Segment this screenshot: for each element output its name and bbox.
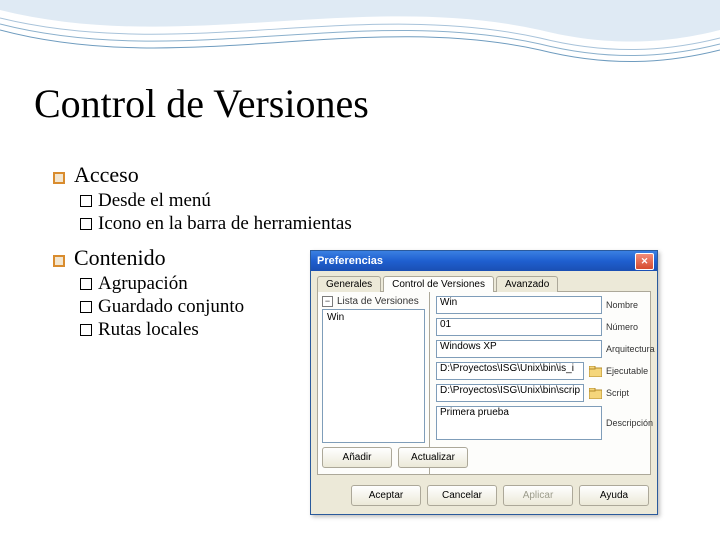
help-button[interactable]: Ayuda	[579, 485, 649, 506]
box-bullet-icon	[80, 301, 92, 313]
version-list-heading-text: Lista de Versiones	[337, 296, 419, 307]
version-fields-column: Win Nombre 01 Número Windows XP Arquitec…	[430, 292, 662, 474]
dialog-tabpane: − Lista de Versiones Win Añadir Actualiz…	[317, 291, 651, 475]
dialog-titlebar[interactable]: Preferencias ✕	[311, 251, 657, 271]
browse-script-icon[interactable]	[588, 386, 602, 400]
add-button[interactable]: Añadir	[322, 447, 392, 468]
script-field[interactable]: D:\Proyectos\ISG\Unix\bin\scrip	[436, 384, 584, 402]
bullet-content: Acceso Desde el menú Icono en la barra d…	[52, 160, 352, 342]
name-field[interactable]: Win	[436, 296, 602, 314]
section1-items: Desde el menú Icono en la barra de herra…	[80, 190, 352, 235]
version-list-item[interactable]: Win	[327, 312, 420, 323]
number-field[interactable]: 01	[436, 318, 602, 336]
arch-label: Arquitectura	[606, 344, 656, 354]
exec-label: Ejecutable	[606, 366, 656, 376]
collapse-icon: −	[322, 296, 333, 307]
close-button[interactable]: ✕	[635, 253, 654, 270]
dialog-title-text: Preferencias	[317, 255, 383, 267]
tab-generales[interactable]: Generales	[317, 276, 381, 292]
box-bullet-icon	[80, 195, 92, 207]
section2-item-0: Agrupación	[98, 273, 188, 295]
cancel-button[interactable]: Cancelar	[427, 485, 497, 506]
browse-exec-icon[interactable]	[588, 364, 602, 378]
apply-button[interactable]: Aplicar	[503, 485, 573, 506]
slide-title: Control de Versiones	[34, 80, 369, 127]
section2-item-1: Guardado conjunto	[98, 296, 244, 318]
number-label: Número	[606, 322, 656, 332]
version-list-heading[interactable]: − Lista de Versiones	[322, 296, 425, 309]
dialog-footer: Aceptar Cancelar Aplicar Ayuda	[311, 479, 657, 514]
section-heading-contenido: Contenido	[52, 245, 352, 271]
close-icon: ✕	[641, 256, 649, 267]
box-bullet-icon	[80, 324, 92, 336]
dialog-tabbar: Generales Control de Versiones Avanzado	[311, 271, 657, 291]
version-list-column: − Lista de Versiones Win Añadir Actualiz…	[318, 292, 430, 474]
dialog-preferencias: Preferencias ✕ Generales Control de Vers…	[310, 250, 658, 515]
accept-button[interactable]: Aceptar	[351, 485, 421, 506]
box-bullet-icon	[80, 278, 92, 290]
square-bullet-icon	[52, 171, 66, 185]
tab-control-versiones[interactable]: Control de Versiones	[383, 276, 494, 292]
slide: Control de Versiones Acceso Desde el men…	[0, 0, 720, 540]
section1-item-0: Desde el menú	[98, 190, 211, 212]
desc-label: Descripción	[606, 418, 656, 428]
square-bullet-icon	[52, 254, 66, 268]
version-listbox[interactable]: Win	[322, 309, 425, 443]
desc-field[interactable]: Primera prueba	[436, 406, 602, 440]
exec-field[interactable]: D:\Proyectos\ISG\Unix\bin\is_i	[436, 362, 584, 380]
arch-field[interactable]: Windows XP	[436, 340, 602, 358]
section1-heading-text: Acceso	[74, 162, 139, 188]
section2-heading-text: Contenido	[74, 245, 166, 271]
section2-item-2: Rutas locales	[98, 319, 199, 341]
tab-avanzado[interactable]: Avanzado	[496, 276, 558, 292]
box-bullet-icon	[80, 218, 92, 230]
section1-item-1: Icono en la barra de herramientas	[98, 213, 352, 235]
name-label: Nombre	[606, 300, 656, 310]
section-heading-acceso: Acceso	[52, 162, 352, 188]
script-label: Script	[606, 388, 656, 398]
wave-decoration	[0, 0, 720, 90]
